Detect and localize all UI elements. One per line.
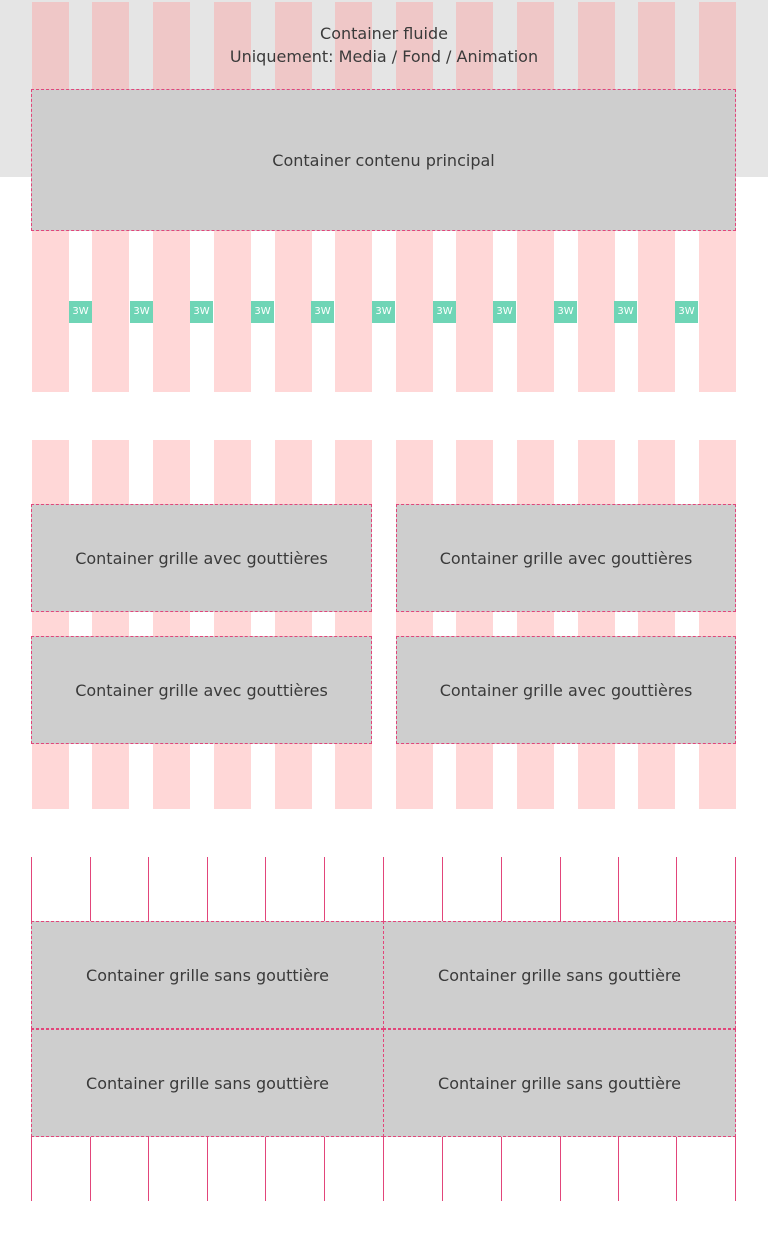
grid-container-label: Container grille avec gouttières xyxy=(439,548,693,568)
grid-column xyxy=(32,440,69,809)
gutter-badge: 3W xyxy=(251,301,274,323)
grid-container-label: Container grille sans gouttière xyxy=(438,1073,681,1093)
grid-container-without-gutter: Container grille sans gouttière xyxy=(31,1029,384,1137)
grid-container-with-gutters: Container grille avec gouttières xyxy=(31,504,372,612)
gutter-badge: 3W xyxy=(554,301,577,323)
gutter-badge: 3W xyxy=(493,301,516,323)
fluid-container-title: Container fluide xyxy=(320,24,448,43)
fluid-container-subtitle: Uniquement: Media / Fond / Animation xyxy=(229,47,539,66)
fluid-container-label: Container fluide Uniquement: Media / Fon… xyxy=(0,22,768,68)
grid-column xyxy=(578,440,615,809)
main-content-container: Container contenu principal xyxy=(31,89,736,231)
gutter-badge: 3W xyxy=(614,301,637,323)
grid-column xyxy=(638,440,675,809)
gutter-badge: 3W xyxy=(190,301,213,323)
gutter-badge: 3W xyxy=(675,301,698,323)
gutter-badge: 3W xyxy=(372,301,395,323)
grid-column xyxy=(335,440,372,809)
grid-container-without-gutter: Container grille sans gouttière xyxy=(383,1029,736,1137)
main-content-container-label: Container contenu principal xyxy=(272,150,495,170)
gutter-badge: 3W xyxy=(311,301,334,323)
grid-column xyxy=(92,440,129,809)
grid-container-label: Container grille avec gouttières xyxy=(75,548,328,568)
grid-container-without-gutter: Container grille sans gouttière xyxy=(383,921,736,1029)
gutter-badge: 3W xyxy=(433,301,456,323)
grid-column xyxy=(699,440,736,809)
grid-column xyxy=(275,440,312,809)
grid-column xyxy=(214,440,251,809)
grid-container-label: Container grille avec gouttières xyxy=(439,680,693,700)
grid-container-with-gutters: Container grille avec gouttières xyxy=(396,504,736,612)
grid-column xyxy=(396,440,433,809)
grid-container-with-gutters: Container grille avec gouttières xyxy=(396,636,736,744)
grid-container-without-gutter: Container grille sans gouttière xyxy=(31,921,384,1029)
grid-container-label: Container grille sans gouttière xyxy=(86,1073,329,1093)
grid-container-label: Container grille avec gouttières xyxy=(75,680,328,700)
grid-container-with-gutters: Container grille avec gouttières xyxy=(31,636,372,744)
grid-column xyxy=(153,440,190,809)
grid-column xyxy=(456,440,493,809)
grid-container-label: Container grille sans gouttière xyxy=(438,965,681,985)
grid-container-label: Container grille sans gouttière xyxy=(86,965,329,985)
gutter-badge: 3W xyxy=(130,301,153,323)
gutter-badge: 3W xyxy=(69,301,92,323)
grid-column xyxy=(517,440,554,809)
